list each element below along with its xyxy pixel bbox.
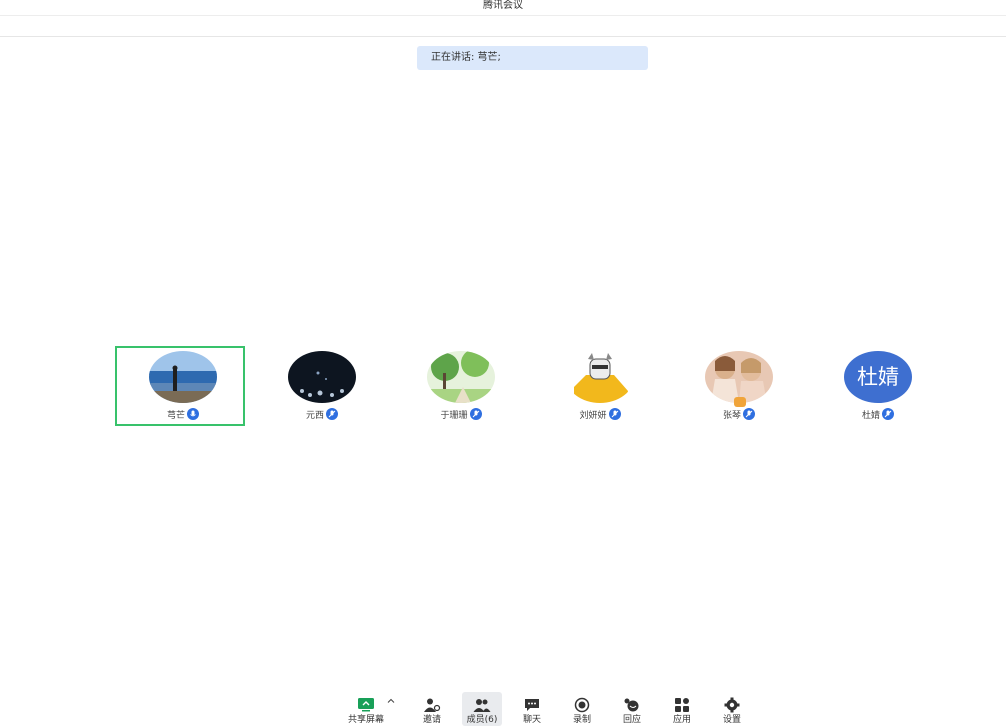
speaking-indicator: 正在讲话: 芎芒; [417,46,648,70]
window-title: 腾讯会议 [483,0,523,11]
chevron-up-icon[interactable] [386,696,396,706]
invite-label: 邀请 [422,715,441,725]
chat-button[interactable]: 聊天 [512,692,552,726]
mic-off-icon[interactable] [608,408,621,420]
settings-label: 设置 [722,715,741,725]
mic-off-icon[interactable] [882,408,894,420]
mic-on-icon[interactable] [187,408,199,420]
participant-avatar-photo-lakeside [149,351,217,403]
chat-icon [521,696,543,714]
share-screen-icon [355,696,377,714]
chat-label: 聊天 [522,715,541,725]
host-badge-icon [734,397,746,407]
header-divider [0,36,1006,37]
invite-user-icon [421,696,443,714]
participant-name-row: 于珊珊 [427,407,495,421]
participant-avatar-photo-trees [427,351,495,403]
share-screen-label: 共享屏幕 [347,715,384,725]
participant-name-row: 杜婧 [844,407,912,421]
meeting-toolbar: 共享屏幕 邀请 成员(6) 聊天 录制 回应 应用 设置 [346,692,762,726]
members-label: 成员(6) [466,715,498,725]
participant-name: 芎芒 [166,410,185,421]
participant-name: 张琴 [722,410,741,421]
participant-name: 于珊珊 [440,410,468,421]
record-icon [571,696,593,714]
participant-avatar-photo-dark [288,351,356,403]
members-button[interactable]: 成员(6) [462,692,502,726]
apps-grid-icon [671,696,693,714]
members-icon [471,696,493,714]
share-screen-button[interactable]: 共享屏幕 [346,692,395,726]
participant-name-row: 刘妍妍 [566,407,634,421]
reactions-button[interactable]: 回应 [612,692,652,726]
invite-button[interactable]: 邀请 [412,692,452,726]
participant-name: 元西 [305,410,324,421]
gear-icon [721,696,743,714]
participant-name-row: 芎芒 [149,407,217,421]
participant-avatar-photo-two-girls [705,351,773,403]
participant-avatar-text: 杜婧 [844,351,912,403]
reaction-hand-icon [621,696,643,714]
participant-avatar-photo-cartoon [566,351,634,403]
participant-name-row: 元西 [288,407,356,421]
participant-name-row: 张琴 [705,407,773,421]
titlebar-divider [0,15,1006,16]
apps-label: 应用 [672,715,691,725]
apps-button[interactable]: 应用 [662,692,702,726]
mic-off-icon[interactable] [469,408,482,420]
record-button[interactable]: 录制 [562,692,602,726]
participant-name: 杜婧 [861,410,880,421]
mic-off-icon[interactable] [743,408,755,420]
settings-button[interactable]: 设置 [712,692,752,726]
mic-off-icon[interactable] [326,408,338,420]
record-label: 录制 [572,715,591,725]
participant-name: 刘妍妍 [579,410,607,421]
reactions-label: 回应 [622,715,641,725]
